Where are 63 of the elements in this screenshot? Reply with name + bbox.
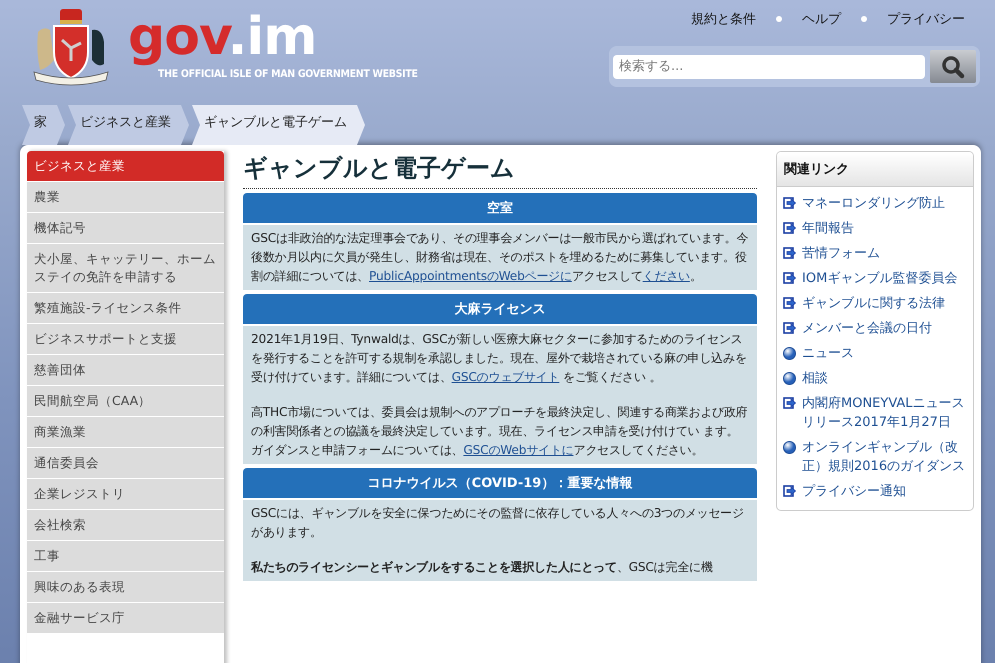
search-icon [941, 54, 965, 78]
related-link[interactable]: 内閣府MONEYVALニュースリリース2017年1月27日 [802, 394, 969, 432]
sidebar-item[interactable]: 犬小屋、キャッテリー、ホームステイの免許を申請する [27, 244, 224, 293]
related-link[interactable]: マネーロンダリング防止 [802, 194, 945, 213]
related-link[interactable]: 年間報告 [802, 219, 854, 238]
arrow-page-icon [783, 247, 796, 259]
inline-link[interactable]: GSCのWebサイトに [463, 443, 574, 457]
arrow-page-icon [783, 222, 796, 234]
section-heading: 大麻ライセンス [243, 294, 757, 324]
sidebar-item[interactable]: 機体記号 [27, 213, 224, 244]
globe-icon [783, 372, 796, 385]
search-button[interactable] [930, 50, 976, 83]
arrow-page-icon [783, 322, 796, 334]
arrow-page-icon [783, 485, 796, 497]
page-title: ギャンブルと電子ゲーム [243, 153, 757, 189]
arrow-page-icon [783, 197, 796, 209]
sidebar-item[interactable]: 商業漁業 [27, 417, 224, 448]
site-tagline: THE OFFICIAL ISLE OF MAN GOVERNMENT WEBSITE [158, 68, 418, 80]
breadcrumb-link[interactable]: ギャンブルと電子ゲーム [192, 105, 365, 145]
related-link[interactable]: 相談 [802, 369, 828, 388]
arrow-page-icon [783, 272, 796, 284]
section-heading: 空室 [243, 193, 757, 223]
sidebar-item[interactable]: 慈善団体 [27, 355, 224, 386]
globe-icon [783, 347, 796, 360]
related-link[interactable]: ギャンブルに関する法律 [802, 294, 945, 313]
top-link[interactable]: ヘルプ [802, 10, 841, 28]
related-link[interactable]: プライバシー通知 [802, 482, 906, 501]
breadcrumb-link[interactable]: 家 [22, 105, 65, 145]
paragraph: 2021年1月19日、Tynwaldは、GSCが新しい医療大麻セクターに参加するためのライセンスを発行することを許可する規制を承認しました。現在、屋外で栽培されている麻の申し込みを受け付けています。詳細については、GSCのウェブサイト をご覧ください 。 [251, 331, 748, 386]
paragraph: 私たちのライセンシーとギャンブルをすることを選択した人にとって、GSCは完全に機 [251, 559, 714, 576]
arrow-page-icon [783, 397, 796, 409]
breadcrumb-link[interactable]: ビジネスと産業 [68, 105, 189, 145]
related-link[interactable]: オンラインギャンブル（改正）規則2016のガイダンス [802, 438, 969, 476]
sidebar-item[interactable]: ビジネスと産業 [27, 151, 224, 182]
sidebar-item[interactable]: 民間航空局（CAA） [27, 386, 224, 417]
sidebar-item[interactable]: 会社検索 [27, 510, 224, 541]
sidebar-item[interactable]: 企業レジストリ [27, 479, 224, 510]
separator-dot [861, 16, 867, 22]
paragraph: GSCは非政治的な法定理事会であり、その理事会メンバーは一般市民から選ばれています。今後数か月以内に欠員が発生し、財務省は現在、そのポストを埋めるために募集しています。役割の詳細については、PublicAppointmentsのWebページにアクセスして ください。 [251, 230, 749, 285]
arrow-page-icon [783, 297, 796, 309]
section-heading: コロナウイルス（COVID-19）：重要な情報 [243, 468, 757, 498]
top-link[interactable]: プライバシー [887, 10, 965, 28]
related-link[interactable]: ニュース [802, 344, 854, 363]
sidebar-item[interactable]: 通信委員会 [27, 448, 224, 479]
search-field[interactable]: 検索する... [613, 54, 925, 78]
inline-link[interactable]: GSCのウェブサイト [452, 370, 560, 384]
sidebar-item[interactable]: 工事 [27, 541, 224, 572]
globe-icon [783, 441, 796, 454]
inline-link[interactable]: ください [642, 269, 690, 283]
related-link[interactable]: メンバーと会議の日付 [802, 319, 932, 338]
related-link[interactable]: IOMギャンブル監督委員会 [802, 269, 958, 288]
sidebar-item[interactable]: 農業 [27, 182, 224, 213]
sidebar-item[interactable]: 興味のある表現 [27, 572, 224, 603]
paragraph: GSCには、ギャンブルを安全に保つためにその監督に依存している人々への3つのメッセージがあります。 [251, 505, 745, 541]
top-link[interactable]: 規約と条件 [691, 10, 756, 28]
related-link[interactable]: 苦情フォーム [802, 244, 880, 263]
separator-dot [776, 16, 782, 22]
paragraph: 高THC市場については、委員会は規制へのアプローチを最終決定し、関連する商業および政府の利害関係者との協議を最終決定しています。現在、ライセンス申請を受け付けてい ます。ガイダンスと申請フォームについては、GSCのWebサイトにアクセスしてください。 [251, 404, 749, 459]
box-title: 関連リンク [777, 152, 973, 187]
sidebar-item[interactable]: ビジネスサポートと支援 [27, 324, 224, 355]
inline-link[interactable]: PublicAppointmentsのWebページに [369, 269, 572, 283]
sidebar-item[interactable]: 金融サービス庁 [27, 603, 224, 634]
sidebar-item[interactable]: 繁殖施設-ライセンス条件 [27, 293, 224, 324]
